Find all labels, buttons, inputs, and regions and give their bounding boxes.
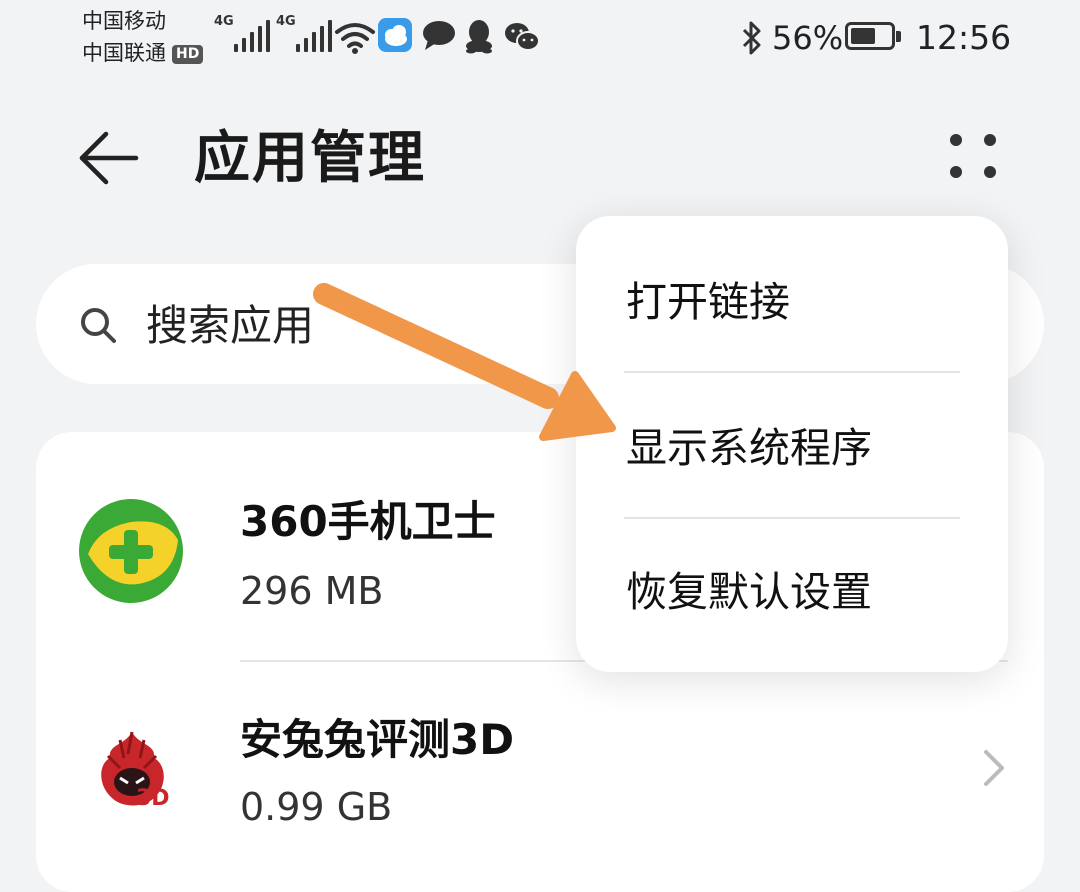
qq-icon <box>466 20 492 54</box>
chat-bubble-icon <box>423 21 455 50</box>
app-size: 296 MB <box>240 569 384 613</box>
app-name[interactable]: 360手机卫士 <box>240 494 496 550</box>
app-name[interactable]: 安兔兔评测3D <box>240 712 514 768</box>
status-bar: 中国移动 中国联通 HD 4G 4G 56% 12:56 <box>0 0 1080 80</box>
battery-percent: 56% <box>772 19 844 57</box>
bluetooth-icon <box>742 21 761 55</box>
wechat-icon <box>505 23 540 51</box>
page-title: 应用管理 <box>194 126 426 191</box>
carrier-2-label: 中国联通 <box>82 41 166 65</box>
status-time: 12:56 <box>916 18 1012 57</box>
battery-icon <box>845 22 901 50</box>
search-input[interactable]: 搜索应用 <box>146 296 314 356</box>
signal-1-label: 4G <box>214 14 234 29</box>
wifi-icon <box>335 23 375 54</box>
chevron-right-icon[interactable] <box>978 748 1008 788</box>
more-options-icon[interactable] <box>940 126 1004 190</box>
menu-item-restore-defaults[interactable]: 恢复默认设置 <box>626 562 872 622</box>
menu-item-open-links[interactable]: 打开链接 <box>626 272 790 332</box>
carrier-1: 中国移动 <box>82 9 166 33</box>
signal-2-label: 4G <box>276 14 296 29</box>
app-size: 0.99 GB <box>240 785 393 829</box>
menu-divider <box>624 371 960 373</box>
antutu-3d-badge: 3D <box>136 786 170 811</box>
menu-item-show-system-apps[interactable]: 显示系统程序 <box>626 418 872 478</box>
carrier-2: 中国联通 HD <box>82 40 204 66</box>
app-360-icon[interactable] <box>78 498 184 604</box>
menu-divider <box>624 517 960 519</box>
search-icon <box>81 308 116 343</box>
hd-badge: HD <box>172 44 204 64</box>
back-arrow-icon[interactable] <box>76 128 140 188</box>
weather-icon <box>378 18 412 52</box>
